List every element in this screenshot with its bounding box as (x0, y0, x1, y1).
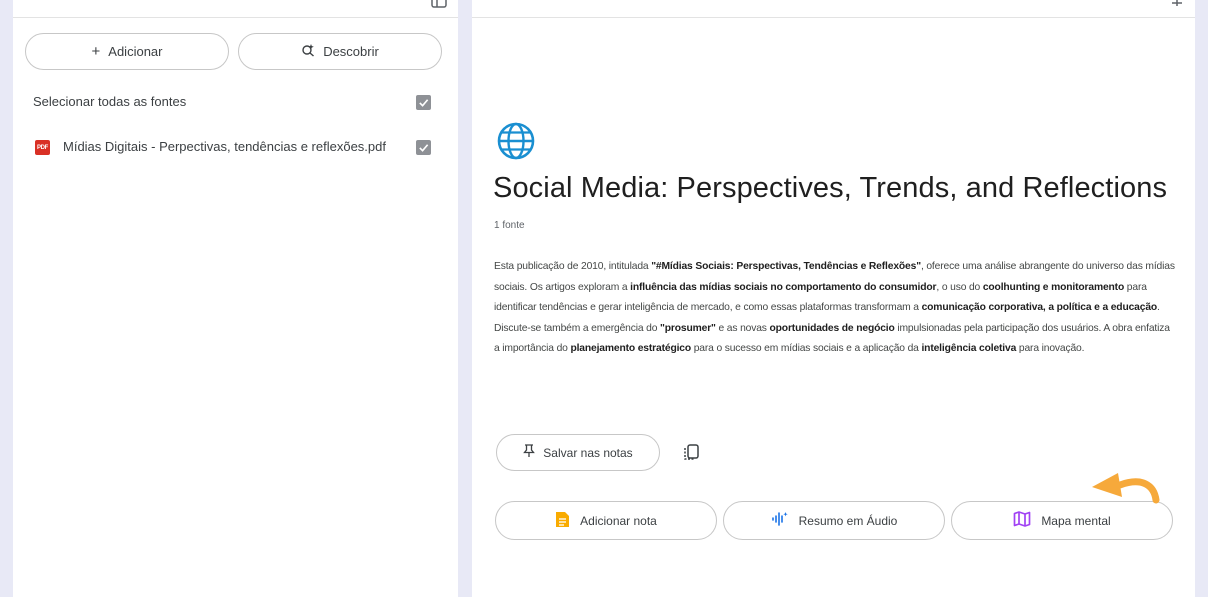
panel-divider (472, 17, 1195, 18)
notebook-summary: Esta publicação de 2010, intitulada "#Mí… (494, 257, 1176, 360)
add-source-button[interactable]: + Adicionar (25, 33, 229, 70)
pointer-arrow-icon (1092, 473, 1160, 504)
globe-icon (497, 122, 535, 160)
save-to-notes-label: Salvar nas notas (543, 445, 633, 460)
summary-segment: Esta publicação de 2010, intitulada (494, 261, 652, 272)
save-to-notes-button[interactable]: Salvar nas notas (496, 434, 660, 471)
summary-segment: , o uso do (936, 281, 983, 293)
mind-map-icon (1013, 511, 1031, 530)
add-note-label: Adicionar nota (580, 513, 657, 528)
summary-segment: coolhunting e monitoramento (982, 281, 1125, 293)
pdf-icon: PDF (35, 140, 50, 155)
mind-map-label: Mapa mental (1041, 513, 1111, 528)
summary-segment: comunicação corporativa, a política e a … (921, 302, 1158, 313)
summary-segment: oportunidades de negócio (769, 322, 895, 334)
summary-segment: planejamento estratégico (570, 343, 692, 354)
select-all-label: Selecionar todas as fontes (33, 94, 187, 109)
add-source-label: Adicionar (108, 44, 163, 59)
pin-icon (523, 444, 536, 461)
select-all-checkbox[interactable] (416, 95, 431, 110)
summary-segment: "prosumer" (660, 322, 716, 334)
copy-icon[interactable] (683, 443, 701, 466)
check-icon (419, 99, 429, 107)
summary-segment: para inovação. (1016, 343, 1085, 354)
panel-divider (13, 17, 458, 18)
source-checkbox[interactable] (416, 140, 431, 155)
sources-panel: + Adicionar Descobrir Selecionar todas a… (13, 0, 458, 597)
source-item-name[interactable]: Mídias Digitais - Perpectivas, tendência… (63, 139, 403, 154)
note-icon (555, 511, 570, 531)
summary-segment: "#Mídias Sociais: Perspectivas, Tendênci… (651, 261, 921, 272)
check-icon (419, 144, 429, 152)
expand-panel-icon[interactable] (1169, 0, 1185, 8)
collapse-panel-icon[interactable] (431, 0, 447, 8)
notebook-title[interactable]: Social Media: Perspectives, Trends, and … (493, 172, 1167, 205)
summary-segment: para o sucesso em mídias sociais e a apl… (691, 343, 922, 354)
plus-icon: + (91, 43, 101, 60)
add-note-button[interactable]: Adicionar nota (495, 501, 717, 540)
audio-overview-button[interactable]: Resumo em Áudio (723, 501, 945, 540)
sparkle-search-icon (301, 43, 315, 60)
summary-segment: e as novas (715, 322, 770, 334)
summary-segment: influência das mídias sociais no comport… (630, 281, 937, 293)
source-count: 1 fonte (494, 220, 525, 231)
summary-segment: inteligência coletiva (921, 343, 1017, 354)
discover-label: Descobrir (323, 44, 379, 59)
audio-wave-icon (771, 511, 789, 530)
audio-overview-label: Resumo em Áudio (798, 513, 898, 528)
discover-sources-button[interactable]: Descobrir (238, 33, 442, 70)
